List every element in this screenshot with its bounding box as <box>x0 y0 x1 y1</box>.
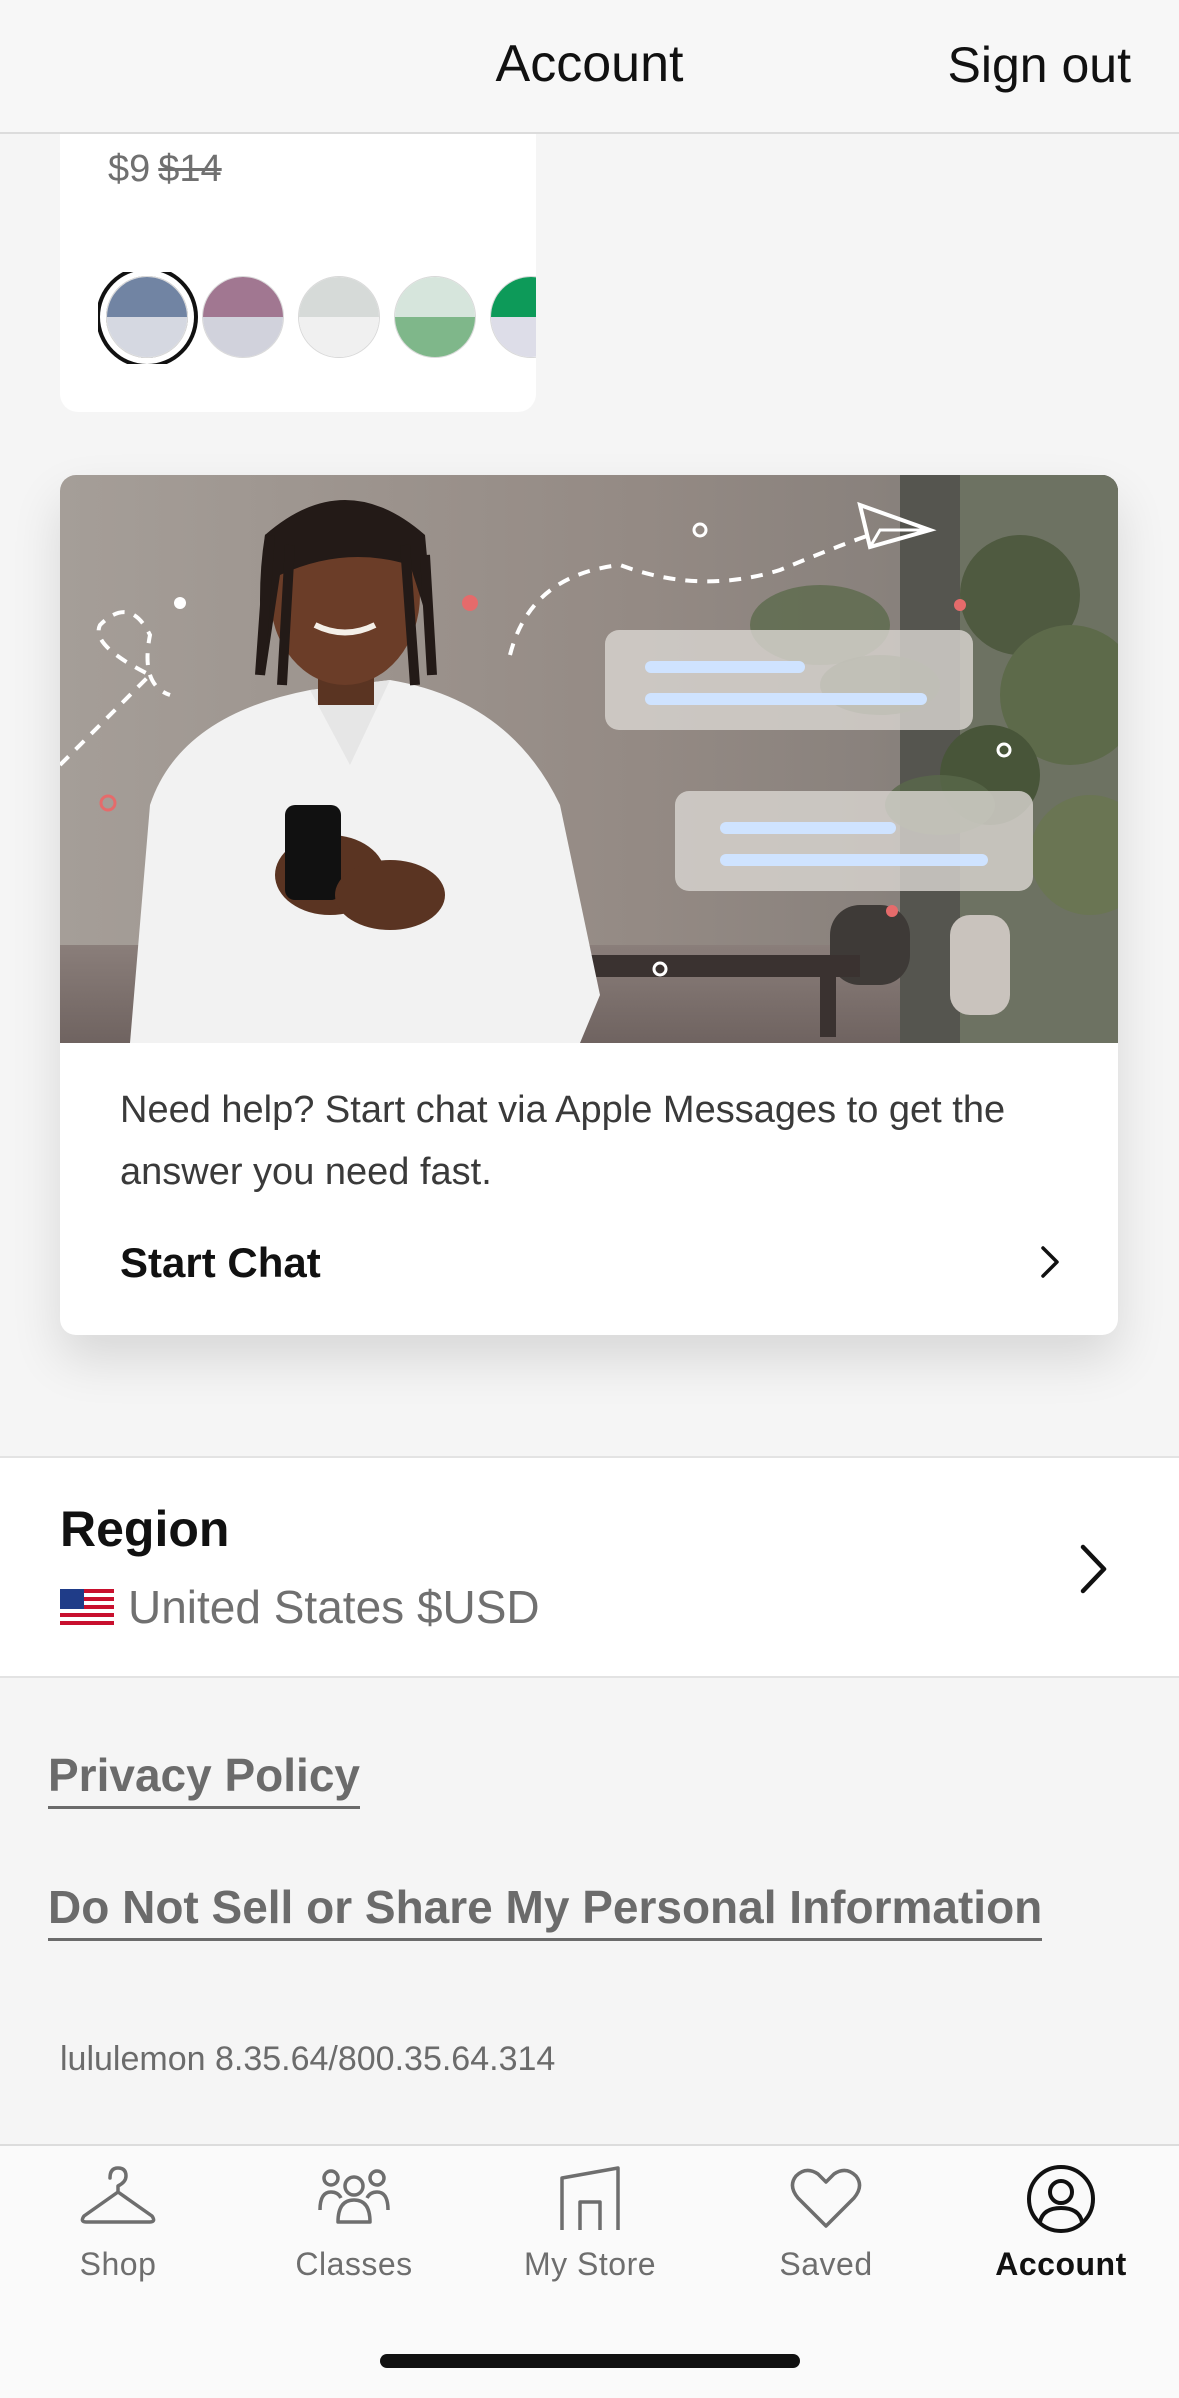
region-title: Region <box>60 1501 230 1557</box>
user-circle-icon <box>1027 2165 1095 2233</box>
product-card[interactable]: $9 $14 <box>60 134 536 412</box>
original-price: $14 <box>158 148 222 190</box>
tab-account[interactable]: Account <box>943 2164 1179 2283</box>
chat-support-card[interactable]: Need help? Start chat via Apple Messages… <box>60 475 1118 1335</box>
do-not-sell-link[interactable]: Do Not Sell or Share My Personal Informa… <box>48 1880 1043 1941</box>
tab-classes[interactable]: Classes <box>236 2164 472 2283</box>
color-swatch-2[interactable] <box>202 276 284 358</box>
color-swatches <box>98 272 536 364</box>
store-icon <box>560 2166 620 2230</box>
color-swatch-3[interactable] <box>298 276 380 358</box>
color-swatch-1[interactable] <box>106 276 188 358</box>
tab-shop[interactable]: Shop <box>0 2164 236 2283</box>
chat-support-hero-image <box>60 475 1118 1043</box>
color-swatch-5[interactable] <box>490 276 536 358</box>
sale-price: $9 <box>108 148 151 190</box>
start-chat-link[interactable]: Start Chat <box>120 1239 321 1287</box>
chevron-right-icon <box>1041 1246 1059 1278</box>
privacy-policy-link[interactable]: Privacy Policy <box>48 1748 360 1809</box>
region-value: United States $USD <box>60 1580 540 1634</box>
region-selector[interactable]: Region United States $USD <box>0 1456 1179 1678</box>
top-navigation-bar: Account Sign out <box>0 0 1179 134</box>
hanger-icon <box>80 2166 156 2224</box>
app-version: lululemon 8.35.64/800.35.64.314 <box>60 2040 556 2078</box>
tab-label-saved: Saved <box>779 2246 873 2282</box>
home-indicator <box>380 2354 800 2368</box>
tab-label-my-store: My Store <box>523 2246 657 2282</box>
tab-my-store[interactable]: My Store <box>472 2164 708 2283</box>
tab-saved[interactable]: Saved <box>708 2164 944 2283</box>
people-icon <box>318 2169 390 2224</box>
chat-help-description: Need help? Start chat via Apple Messages… <box>120 1089 1006 1193</box>
heart-icon <box>790 2168 862 2228</box>
chevron-right-icon <box>1080 1544 1107 1594</box>
product-price: $9 $14 <box>108 148 222 191</box>
tab-label-shop: Shop <box>79 2246 157 2282</box>
sign-out-button[interactable]: Sign out <box>948 36 1131 94</box>
color-swatch-4[interactable] <box>394 276 476 358</box>
tab-label-account: Account <box>995 2246 1127 2282</box>
tab-label-classes: Classes <box>295 2246 413 2282</box>
region-value-text: United States $USD <box>128 1581 540 1633</box>
us-flag-icon <box>60 1588 114 1625</box>
